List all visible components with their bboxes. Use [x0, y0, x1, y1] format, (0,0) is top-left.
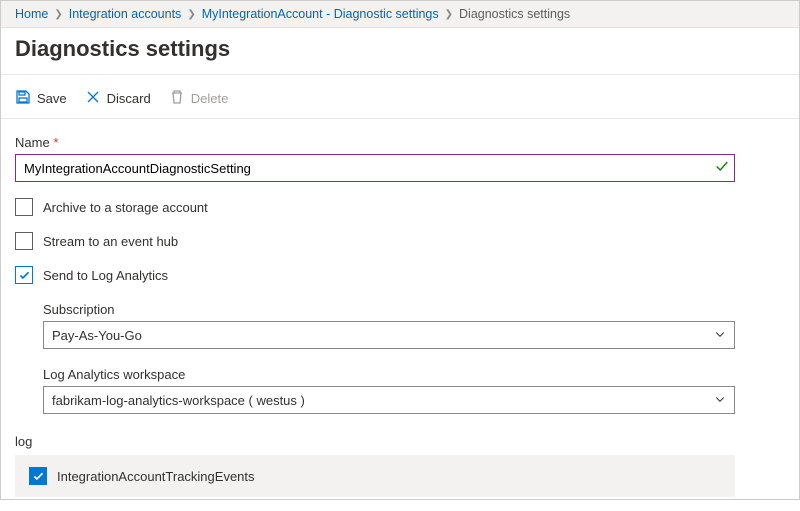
- chevron-right-icon: ❯: [445, 9, 453, 20]
- log-item-row[interactable]: IntegrationAccountTrackingEvents: [29, 467, 721, 485]
- save-icon: [15, 89, 31, 108]
- archive-checkbox[interactable]: [15, 198, 33, 216]
- log-panel: IntegrationAccountTrackingEvents: [15, 455, 735, 497]
- send-checkbox-row[interactable]: Send to Log Analytics: [15, 266, 785, 284]
- subscription-value: Pay-As-You-Go: [52, 328, 142, 343]
- breadcrumb-account-diag[interactable]: MyIntegrationAccount - Diagnostic settin…: [202, 7, 439, 21]
- page-title: Diagnostics settings: [15, 36, 785, 62]
- delete-icon: [169, 89, 185, 108]
- workspace-label: Log Analytics workspace: [43, 367, 785, 382]
- discard-label: Discard: [107, 91, 151, 106]
- stream-checkbox-row[interactable]: Stream to an event hub: [15, 232, 785, 250]
- send-label: Send to Log Analytics: [43, 268, 168, 283]
- archive-checkbox-row[interactable]: Archive to a storage account: [15, 198, 785, 216]
- discard-icon: [85, 89, 101, 108]
- chevron-down-icon: [714, 393, 726, 408]
- log-item-label: IntegrationAccountTrackingEvents: [57, 469, 255, 484]
- valid-check-icon: [715, 160, 729, 177]
- archive-label: Archive to a storage account: [43, 200, 208, 215]
- name-label: Name *: [15, 135, 785, 150]
- divider: [1, 74, 799, 75]
- breadcrumb-current: Diagnostics settings: [459, 7, 570, 21]
- save-label: Save: [37, 91, 67, 106]
- chevron-right-icon: ❯: [54, 9, 62, 20]
- workspace-value: fabrikam-log-analytics-workspace ( westu…: [52, 393, 305, 408]
- stream-checkbox[interactable]: [15, 232, 33, 250]
- divider: [1, 118, 799, 119]
- chevron-right-icon: ❯: [187, 9, 195, 20]
- subscription-label: Subscription: [43, 302, 785, 317]
- subscription-select[interactable]: Pay-As-You-Go: [43, 321, 735, 349]
- workspace-select[interactable]: fabrikam-log-analytics-workspace ( westu…: [43, 386, 735, 414]
- send-checkbox[interactable]: [15, 266, 33, 284]
- name-label-text: Name: [15, 135, 50, 150]
- breadcrumb-home[interactable]: Home: [15, 7, 48, 21]
- chevron-down-icon: [714, 328, 726, 343]
- delete-button: Delete: [169, 89, 229, 108]
- form: Name * Archive to a storage account Stre…: [1, 127, 799, 511]
- required-indicator: *: [53, 135, 58, 150]
- toolbar: Save Discard Delete: [1, 83, 799, 118]
- name-input[interactable]: [15, 154, 735, 182]
- log-label: log: [15, 434, 785, 449]
- log-item-checkbox[interactable]: [29, 467, 47, 485]
- breadcrumb: Home ❯ Integration accounts ❯ MyIntegrat…: [1, 1, 799, 28]
- delete-label: Delete: [191, 91, 229, 106]
- stream-label: Stream to an event hub: [43, 234, 178, 249]
- discard-button[interactable]: Discard: [85, 89, 151, 108]
- save-button[interactable]: Save: [15, 89, 67, 108]
- breadcrumb-integration-accounts[interactable]: Integration accounts: [69, 7, 182, 21]
